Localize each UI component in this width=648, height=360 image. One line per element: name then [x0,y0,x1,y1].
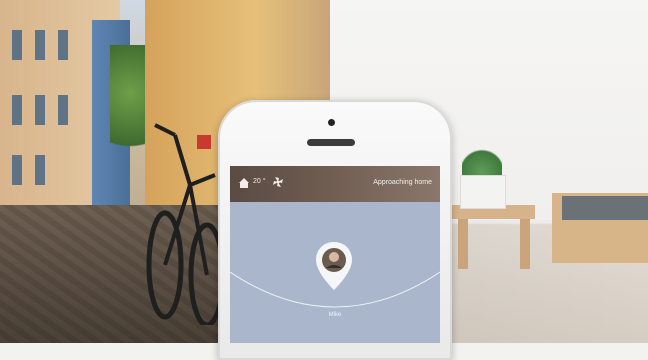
pin-label: Mike [328,312,342,318]
home-icon[interactable] [238,177,250,189]
location-pin-icon[interactable] [314,240,354,292]
earpiece-speaker [307,139,355,146]
window [58,30,68,60]
table-leg [520,219,530,269]
plant-pot [460,175,506,209]
fan-icon[interactable] [272,176,284,188]
window [35,95,45,125]
window [12,30,22,60]
status-bar: 20 ° Approaching home [230,166,440,202]
window [12,155,22,185]
status-title: Approaching home [373,179,432,186]
tree [110,45,150,165]
plant [462,140,502,180]
window [58,95,68,125]
window [12,95,22,125]
window [35,155,45,185]
bed-mattress [562,196,648,220]
table-leg [458,219,468,269]
temperature-readout: 20 ° [253,178,266,185]
phone-screen: 20 ° Approaching home Mike [230,166,440,343]
front-camera [328,119,335,126]
window [35,30,45,60]
